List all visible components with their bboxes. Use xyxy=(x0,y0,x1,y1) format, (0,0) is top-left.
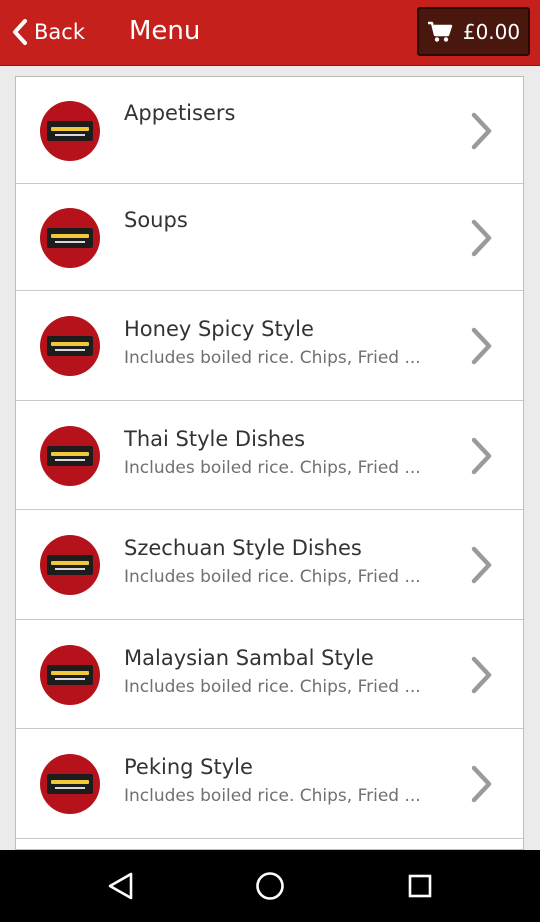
back-button[interactable]: Back xyxy=(12,14,85,50)
cart-total: £0.00 xyxy=(462,19,521,44)
menu-category-item[interactable]: Thai Style Dishes Includes boiled rice. C… xyxy=(16,401,523,510)
menu-category-name: Honey Spicy Style xyxy=(124,317,314,341)
menu-category-item[interactable]: Soups xyxy=(16,184,523,291)
menu-category-item[interactable]: Appetisers xyxy=(16,77,523,184)
chevron-right-icon xyxy=(471,765,492,803)
restaurant-logo xyxy=(40,426,100,486)
chevron-left-icon xyxy=(13,19,27,45)
menu-category-description: Includes boiled rice. Chips, Fried ... xyxy=(124,458,421,478)
menu-category-name: Malaysian Sambal Style xyxy=(124,646,374,670)
nav-back-button[interactable] xyxy=(102,868,138,904)
restaurant-logo xyxy=(40,316,100,376)
cart-button[interactable]: £0.00 xyxy=(417,7,530,56)
restaurant-logo xyxy=(40,208,100,268)
menu-category-name: Peking Style xyxy=(124,755,253,779)
logo-wordmark xyxy=(47,665,93,685)
menu-category-item[interactable]: Peking Style Includes boiled rice. Chips,… xyxy=(16,729,523,839)
menu-category-item[interactable]: Malaysian Sambal Style Includes boiled ri… xyxy=(16,620,523,729)
logo-wordmark xyxy=(47,774,93,794)
menu-category-item-partial[interactable] xyxy=(16,839,523,849)
menu-category-description: Includes boiled rice. Chips, Fried ... xyxy=(124,677,421,697)
back-label: Back xyxy=(34,20,85,44)
android-nav-bar xyxy=(0,850,540,922)
logo-wordmark xyxy=(47,121,93,141)
triangle-back-icon xyxy=(108,872,133,900)
restaurant-logo xyxy=(40,101,100,161)
chevron-right-icon xyxy=(471,112,492,150)
menu-category-item[interactable]: Szechuan Style Dishes Includes boiled ric… xyxy=(16,510,523,620)
chevron-right-icon xyxy=(471,546,492,584)
app-header: Back Menu £0.00 xyxy=(0,0,540,66)
logo-wordmark xyxy=(47,336,93,356)
square-recents-icon xyxy=(408,874,432,898)
chevron-right-icon xyxy=(471,219,492,257)
logo-wordmark xyxy=(47,555,93,575)
menu-category-name: Soups xyxy=(124,208,188,232)
menu-category-list[interactable]: Appetisers Soups Honey Spicy Style Includes… xyxy=(15,76,524,850)
chevron-right-icon xyxy=(471,656,492,694)
logo-wordmark xyxy=(47,228,93,248)
menu-category-item[interactable]: Honey Spicy Style Includes boiled rice. C… xyxy=(16,291,523,401)
menu-category-description: Includes boiled rice. Chips, Fried ... xyxy=(124,786,421,806)
restaurant-logo xyxy=(40,535,100,595)
chevron-right-icon xyxy=(471,437,492,475)
logo-wordmark xyxy=(47,446,93,466)
nav-home-button[interactable] xyxy=(252,868,288,904)
page-title: Menu xyxy=(129,16,201,46)
menu-category-name: Appetisers xyxy=(124,101,236,125)
menu-category-name: Thai Style Dishes xyxy=(124,427,306,451)
restaurant-logo xyxy=(40,754,100,814)
menu-category-description: Includes boiled rice. Chips, Fried ... xyxy=(124,567,421,587)
restaurant-logo xyxy=(40,645,100,705)
shopping-cart-icon xyxy=(427,21,453,42)
nav-recents-button[interactable] xyxy=(402,868,438,904)
chevron-right-icon xyxy=(471,327,492,365)
circle-home-icon xyxy=(256,872,284,900)
menu-category-name: Szechuan Style Dishes xyxy=(124,536,362,560)
menu-category-description: Includes boiled rice. Chips, Fried ... xyxy=(124,348,421,368)
